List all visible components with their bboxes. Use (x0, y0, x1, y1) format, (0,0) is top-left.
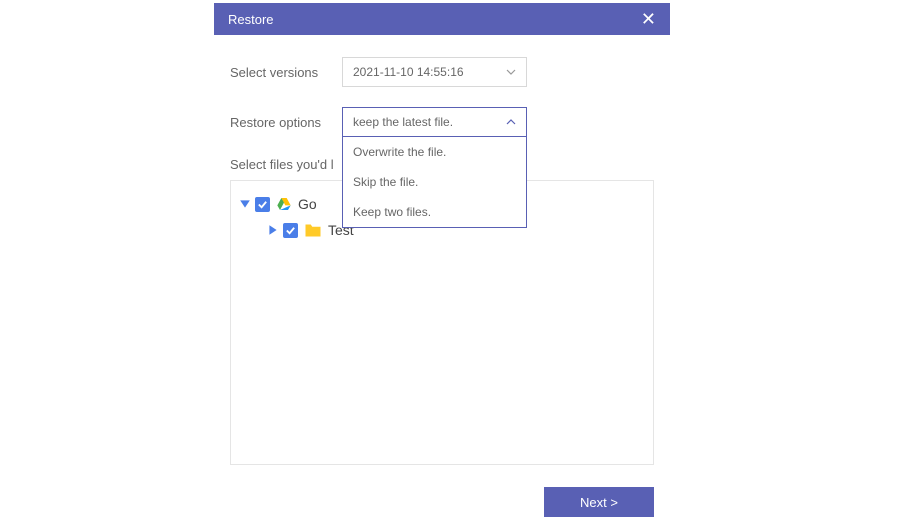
versions-select[interactable]: 2021-11-10 14:55:16 (342, 57, 527, 87)
versions-label: Select versions (230, 65, 342, 80)
next-button[interactable]: Next > (544, 487, 654, 517)
tree-node-label: Go (298, 196, 317, 212)
folder-icon (304, 223, 322, 238)
restore-options-label: Restore options (230, 115, 342, 130)
chevron-down-icon (506, 67, 516, 77)
restore-options-row: Restore options keep the latest file. Ov… (230, 107, 654, 137)
versions-value: 2021-11-10 14:55:16 (353, 65, 464, 79)
checkbox[interactable] (283, 223, 298, 238)
restore-options-select[interactable]: keep the latest file. Overwrite the file… (342, 107, 527, 137)
restore-dialog: Restore ✕ Select versions 2021-11-10 14:… (214, 3, 670, 517)
restore-options-dropdown: Overwrite the file. Skip the file. Keep … (342, 137, 527, 228)
google-drive-icon (276, 196, 292, 212)
caret-down-icon[interactable] (239, 198, 251, 210)
dropdown-option[interactable]: Skip the file. (343, 167, 526, 197)
dropdown-option[interactable]: Overwrite the file. (343, 137, 526, 167)
restore-options-value: keep the latest file. (353, 115, 453, 129)
dialog-footer: Next > (214, 475, 670, 517)
dialog-header: Restore ✕ (214, 3, 670, 35)
close-icon[interactable]: ✕ (641, 9, 656, 30)
caret-right-icon[interactable] (267, 224, 279, 236)
chevron-up-icon (506, 117, 516, 127)
dialog-title: Restore (228, 12, 274, 27)
checkbox[interactable] (255, 197, 270, 212)
dialog-body: Select versions 2021-11-10 14:55:16 Rest… (214, 35, 670, 475)
versions-row: Select versions 2021-11-10 14:55:16 (230, 57, 654, 87)
dropdown-option[interactable]: Keep two files. (343, 197, 526, 227)
